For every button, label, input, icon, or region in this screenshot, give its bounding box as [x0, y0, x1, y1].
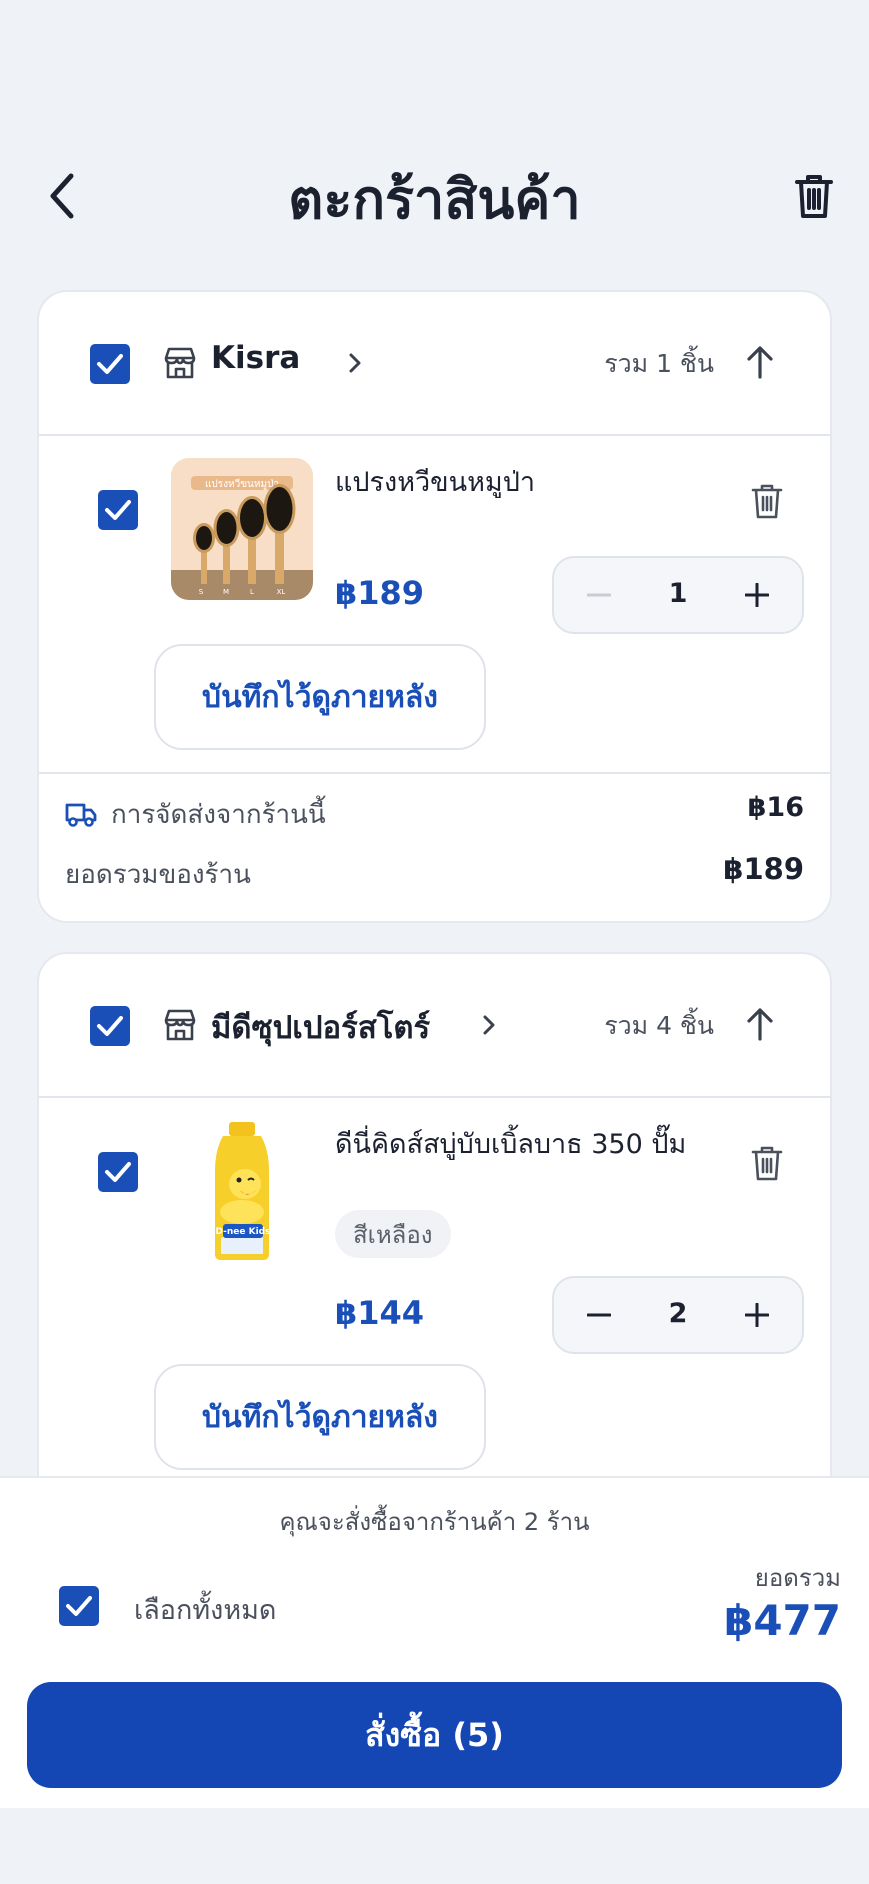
shop-item-count: รวม 1 ชิ้น: [604, 349, 714, 378]
shop-name[interactable]: มีดีซุปเปอร์สโตร์: [211, 1002, 430, 1052]
shipping-fee: ฿16: [747, 792, 804, 823]
quantity-value[interactable]: 2: [624, 1298, 732, 1329]
plus-icon: [745, 1303, 769, 1327]
bubble-bath-bottle-image: D-nee Kids: [171, 1120, 313, 1262]
place-order-button[interactable]: สั่งซื้อ (5): [27, 1682, 842, 1788]
check-icon: [97, 1016, 123, 1036]
save-for-later-button[interactable]: บันทึกไว้ดูภายหลัง: [154, 644, 486, 750]
check-icon: [105, 500, 131, 520]
checkout-footer: คุณจะสั่งซื้อจากร้านค้า 2 ร้าน เลือกทั้ง…: [0, 1476, 869, 1808]
check-icon: [66, 1596, 92, 1616]
total-value: ฿477: [724, 1596, 841, 1645]
store-icon: [164, 347, 196, 379]
minus-icon: [587, 1313, 611, 1317]
increase-quantity-button[interactable]: [732, 570, 782, 620]
trash-icon[interactable]: [750, 1144, 784, 1182]
product-image[interactable]: แปรงหวีขนหมูป่า S M L XL: [171, 458, 313, 600]
quantity-stepper: 2: [552, 1276, 804, 1354]
shop-header: มีดีซุปเปอร์สโตร์ รวม 4 ชิ้น: [39, 954, 830, 1098]
item-title[interactable]: ดีนี่คิดส์สบู่บับเบิ้ลบาธ 350 ปั๊ม: [335, 1122, 686, 1165]
product-image[interactable]: D-nee Kids: [171, 1120, 313, 1262]
save-for-later-button[interactable]: บันทึกไว้ดูภายหลัง: [154, 1364, 486, 1470]
shop-item-count: รวม 4 ชิ้น: [604, 1011, 714, 1040]
select-all-label[interactable]: เลือกทั้งหมด: [134, 1588, 276, 1631]
increase-quantity-button[interactable]: [732, 1290, 782, 1340]
product-thumb-text: แปรงหวีขนหมูป่า: [205, 478, 279, 490]
size-label: S: [199, 588, 204, 596]
shop-summary: การจัดส่งจากร้านนี้ ฿16 ยอดรวมของร้าน ฿1…: [39, 772, 830, 921]
item-title[interactable]: แปรงหวีขนหมูป่า: [335, 460, 535, 503]
shipping-label: การจัดส่งจากร้านนี้: [111, 800, 326, 830]
trash-icon[interactable]: [750, 482, 784, 520]
plus-icon: [745, 583, 769, 607]
item-checkbox[interactable]: [98, 1152, 138, 1192]
hair-brush-image: แปรงหวีขนหมูป่า S M L XL: [171, 458, 313, 600]
decrease-quantity-button[interactable]: [574, 570, 624, 620]
shop-header: Kisra รวม 1 ชิ้น: [39, 292, 830, 436]
arrow-up-icon[interactable]: [744, 1006, 776, 1042]
shop-checkbox[interactable]: [90, 344, 130, 384]
shop-checkbox[interactable]: [90, 1006, 130, 1046]
truck-icon: [65, 803, 97, 827]
size-label: XL: [277, 588, 286, 596]
quantity-value[interactable]: 1: [624, 578, 732, 609]
size-label: M: [223, 588, 229, 596]
arrow-up-icon[interactable]: [744, 344, 776, 380]
shop-name[interactable]: Kisra: [211, 340, 300, 376]
select-all-checkbox[interactable]: [59, 1586, 99, 1626]
minus-icon: [587, 593, 611, 597]
item-checkbox[interactable]: [98, 490, 138, 530]
header: ตะกร้าสินค้า: [0, 140, 869, 250]
shop-card: Kisra รวม 1 ชิ้น แปรงหวีขนหมูป่า S M L X…: [37, 290, 832, 923]
product-thumb-text: D-nee Kids: [216, 1227, 271, 1237]
decrease-quantity-button[interactable]: [574, 1290, 624, 1340]
total-label: ยอดรวม: [754, 1564, 841, 1592]
shop-count-note: คุณจะสั่งซื้อจากร้านค้า 2 ร้าน: [279, 1508, 590, 1536]
quantity-stepper: 1: [552, 556, 804, 634]
shop-subtotal-value: ฿189: [723, 852, 804, 886]
clear-cart-button[interactable]: [789, 168, 839, 224]
check-icon: [97, 354, 123, 374]
item-price: ฿189: [335, 574, 425, 612]
check-icon: [105, 1162, 131, 1182]
chevron-right-icon[interactable]: [345, 348, 365, 378]
chevron-right-icon[interactable]: [479, 1010, 499, 1040]
size-label: L: [250, 588, 254, 596]
variant-chip[interactable]: สีเหลือง: [335, 1210, 451, 1258]
shop-card: มีดีซุปเปอร์สโตร์ รวม 4 ชิ้น D-nee Kids: [37, 952, 832, 1512]
item-price: ฿144: [335, 1294, 425, 1332]
page-title: ตะกร้าสินค้า: [288, 168, 581, 231]
store-icon: [164, 1009, 196, 1041]
shop-subtotal-label: ยอดรวมของร้าน: [65, 860, 251, 890]
trash-icon: [795, 175, 833, 218]
